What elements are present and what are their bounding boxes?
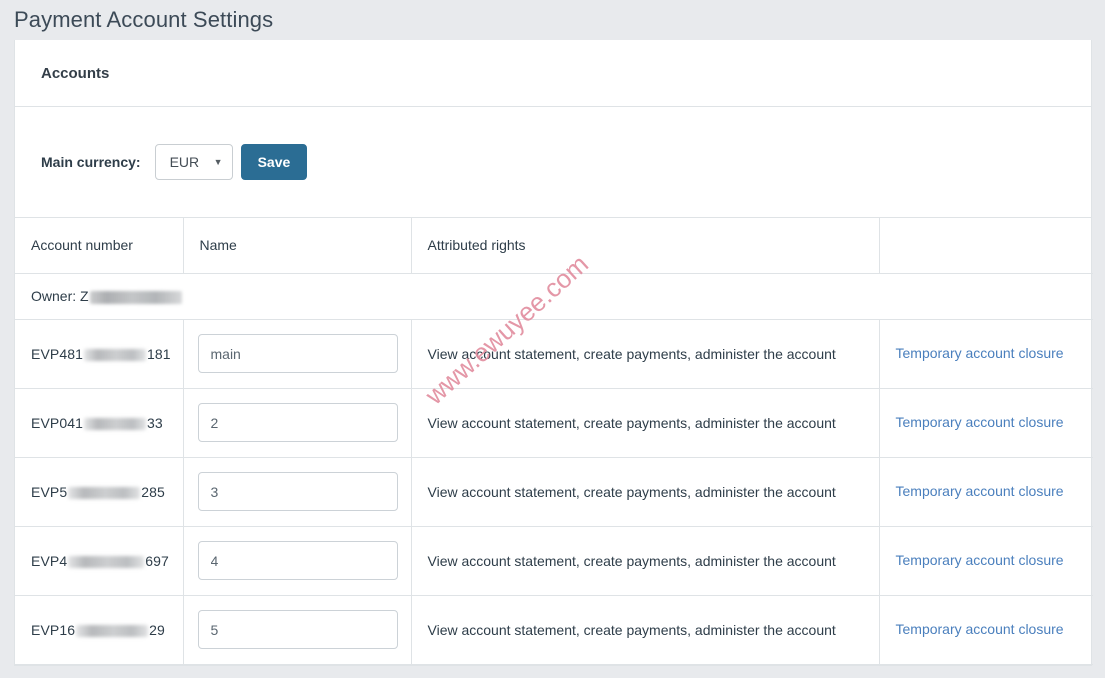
account-number-cell: EVP041 33: [15, 388, 184, 458]
account-number-redacted: [68, 486, 141, 499]
account-number-prefix: EVP5: [31, 483, 68, 500]
page-title: Payment Account Settings: [14, 7, 274, 32]
account-number-cell: EVP5 285: [15, 457, 184, 527]
account-name-input[interactable]: [197, 403, 398, 442]
account-number-suffix: 181: [146, 345, 171, 362]
account-number-cell: EVP481 181: [15, 319, 184, 389]
account-name-cell: [183, 526, 412, 596]
owner-name-redacted: [89, 290, 182, 304]
account-action-cell: Temporary account closure: [879, 319, 1093, 389]
panel-header-title: Accounts: [41, 64, 110, 82]
account-number-redacted: [83, 417, 146, 430]
table-row: EVP16 29 View account statement, create p…: [15, 595, 1093, 665]
account-name-input[interactable]: [197, 610, 398, 649]
account-number-suffix: 285: [141, 483, 165, 500]
temporary-account-closure-link[interactable]: Temporary account closure: [896, 345, 1064, 361]
owner-name-visible: Z: [80, 288, 89, 304]
account-name-cell: [183, 319, 412, 389]
table-row: EVP041 33 View account statement, create …: [15, 388, 1093, 458]
account-number-prefix: EVP4: [31, 552, 68, 569]
table-row: EVP481 181 View account statement, create…: [15, 319, 1093, 389]
column-header-actions: [879, 218, 1093, 274]
account-name-input[interactable]: [197, 472, 398, 511]
main-currency-label: Main currency:: [41, 154, 141, 170]
chevron-down-icon: ▼: [213, 156, 223, 167]
save-button[interactable]: Save: [240, 144, 308, 180]
owner-row: Owner: Z: [15, 273, 1093, 320]
account-number-prefix: EVP041: [31, 414, 83, 431]
owner-label: Owner:: [31, 288, 77, 304]
attributed-rights-cell: View account statement, create payments,…: [411, 319, 880, 389]
attributed-rights-cell: View account statement, create payments,…: [411, 526, 880, 596]
accounts-table: Account number Name Attributed rights Ow…: [15, 218, 1093, 665]
accounts-panel: Accounts Main currency: EUR ▼ Save Accou…: [14, 40, 1093, 666]
account-action-cell: Temporary account closure: [879, 388, 1093, 458]
attributed-rights-cell: View account statement, create payments,…: [411, 388, 880, 458]
attributed-rights-cell: View account statement, create payments,…: [411, 457, 880, 527]
table-row: EVP4 697 View account statement, create p…: [15, 526, 1093, 596]
account-action-cell: Temporary account closure: [879, 595, 1093, 665]
table-body: Owner: Z EVP481 181 View account statemen…: [15, 273, 1093, 665]
account-number-suffix: 697: [145, 552, 169, 569]
panel-header: Accounts: [15, 40, 1091, 107]
account-number-redacted: [76, 624, 149, 637]
account-action-cell: Temporary account closure: [879, 457, 1093, 527]
account-name-cell: [183, 457, 412, 527]
temporary-account-closure-link[interactable]: Temporary account closure: [896, 414, 1064, 430]
temporary-account-closure-link[interactable]: Temporary account closure: [896, 621, 1064, 637]
account-name-cell: [183, 595, 412, 665]
account-number-prefix: EVP481: [31, 345, 83, 362]
table-header-row: Account number Name Attributed rights: [15, 218, 1093, 274]
account-number-redacted: [68, 555, 145, 568]
account-number-prefix: EVP16: [31, 621, 76, 638]
account-name-cell: [183, 388, 412, 458]
account-number-cell: EVP4 697: [15, 526, 184, 596]
account-number-redacted: [83, 348, 146, 361]
attributed-rights-cell: View account statement, create payments,…: [411, 595, 880, 665]
account-number-cell: EVP16 29: [15, 595, 184, 665]
column-header-account-number: Account number: [15, 218, 184, 274]
account-number-suffix: 29: [149, 621, 165, 638]
table-row: EVP5 285 View account statement, create p…: [15, 457, 1093, 527]
table-header: Account number Name Attributed rights: [15, 218, 1093, 274]
owner-cell: Owner: Z: [15, 273, 1093, 320]
account-number-suffix: 33: [146, 414, 163, 431]
column-header-name: Name: [183, 218, 412, 274]
main-currency-select[interactable]: EUR ▼: [154, 144, 233, 180]
column-header-attributed-rights: Attributed rights: [411, 218, 880, 274]
account-name-input[interactable]: [197, 541, 398, 580]
temporary-account-closure-link[interactable]: Temporary account closure: [896, 552, 1064, 568]
account-action-cell: Temporary account closure: [879, 526, 1093, 596]
temporary-account-closure-link[interactable]: Temporary account closure: [896, 483, 1064, 499]
account-name-input[interactable]: [197, 334, 398, 373]
main-currency-value: EUR: [169, 154, 200, 170]
currency-toolbar: Main currency: EUR ▼ Save: [15, 107, 1091, 218]
